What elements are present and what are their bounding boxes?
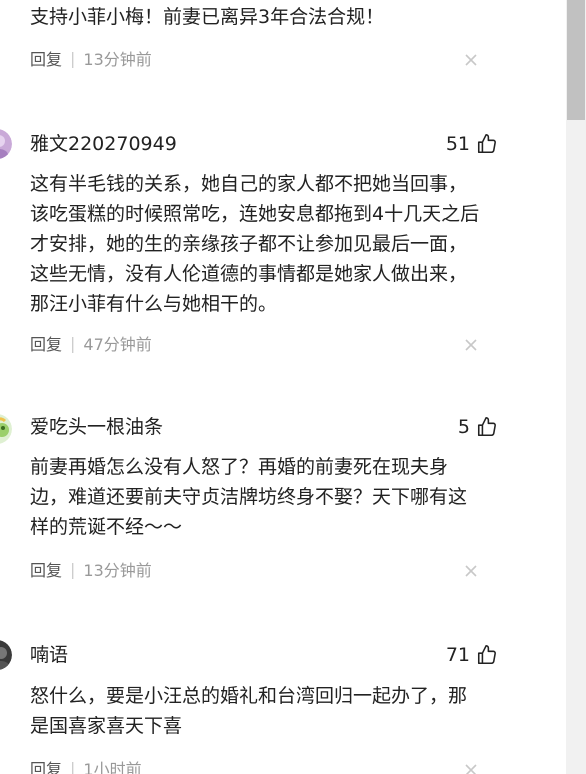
- meta-separator: |: [70, 559, 76, 579]
- close-icon[interactable]: [464, 564, 478, 578]
- comment-meta: 回复 | 1小时前: [30, 757, 142, 774]
- comment-time: 13分钟前: [83, 50, 152, 69]
- meta-separator: |: [70, 333, 76, 353]
- thumbs-up-icon[interactable]: [476, 644, 498, 666]
- comment-content: 这有半毛钱的关系，她自己的家人都不把她当回事， 该吃蛋糕的时候照常吃，连她安息都…: [30, 173, 480, 315]
- close-icon[interactable]: [464, 338, 478, 352]
- like-count: 51: [445, 133, 470, 155]
- meta-separator: |: [70, 758, 76, 774]
- like-button[interactable]: 5: [458, 415, 498, 439]
- reply-button[interactable]: 回复: [30, 756, 62, 774]
- scrollbar-thumb[interactable]: [567, 0, 585, 120]
- like-button[interactable]: 51: [446, 132, 498, 156]
- comment-time: 13分钟前: [83, 561, 152, 580]
- thumbs-up-icon[interactable]: [476, 133, 498, 155]
- reply-button[interactable]: 回复: [30, 557, 62, 581]
- avatar[interactable]: [0, 129, 12, 159]
- comment-content: 支持小菲小梅！前妻已离异3年合法合规！: [30, 6, 385, 28]
- comment-time: 47分钟前: [83, 335, 152, 354]
- comment-meta: 回复 | 47分钟前: [30, 331, 152, 355]
- comment-meta: 回复 | 13分钟前: [30, 557, 152, 581]
- close-icon[interactable]: [464, 763, 478, 774]
- reply-button[interactable]: 回复: [30, 331, 62, 355]
- like-count: 71: [445, 644, 470, 666]
- username[interactable]: 雅文220270949: [30, 132, 177, 156]
- username[interactable]: 爱吃头一根油条: [30, 415, 163, 439]
- comment-content: 怒什么，要是小汪总的婚礼和台湾回归一起办了，那 是国喜家喜天下喜: [30, 685, 468, 737]
- like-button[interactable]: 71: [446, 643, 498, 667]
- scrollbar[interactable]: [566, 0, 586, 774]
- reply-button[interactable]: 回复: [30, 46, 62, 70]
- avatar[interactable]: [0, 640, 12, 670]
- avatar[interactable]: [0, 414, 12, 444]
- close-icon[interactable]: [464, 53, 478, 67]
- like-count: 5: [457, 416, 470, 438]
- comment-content: 前妻再婚怎么没有人怒了？再婚的前妻死在现夫身 边，难道还要前夫守贞洁牌坊终身不娶…: [30, 456, 468, 538]
- avatar-image: [0, 129, 12, 159]
- thumbs-up-icon[interactable]: [476, 416, 498, 438]
- comment-meta: 回复 | 13分钟前: [30, 46, 152, 70]
- avatar-image: [0, 640, 12, 670]
- comment-time: 1小时前: [83, 760, 142, 774]
- avatar-image: [0, 414, 12, 444]
- username[interactable]: 喃语: [30, 643, 68, 667]
- comment-feed: 支持小菲小梅！前妻已离异3年合法合规！ 回复 | 13分钟前 雅文2202709…: [0, 0, 586, 774]
- meta-separator: |: [70, 48, 76, 68]
